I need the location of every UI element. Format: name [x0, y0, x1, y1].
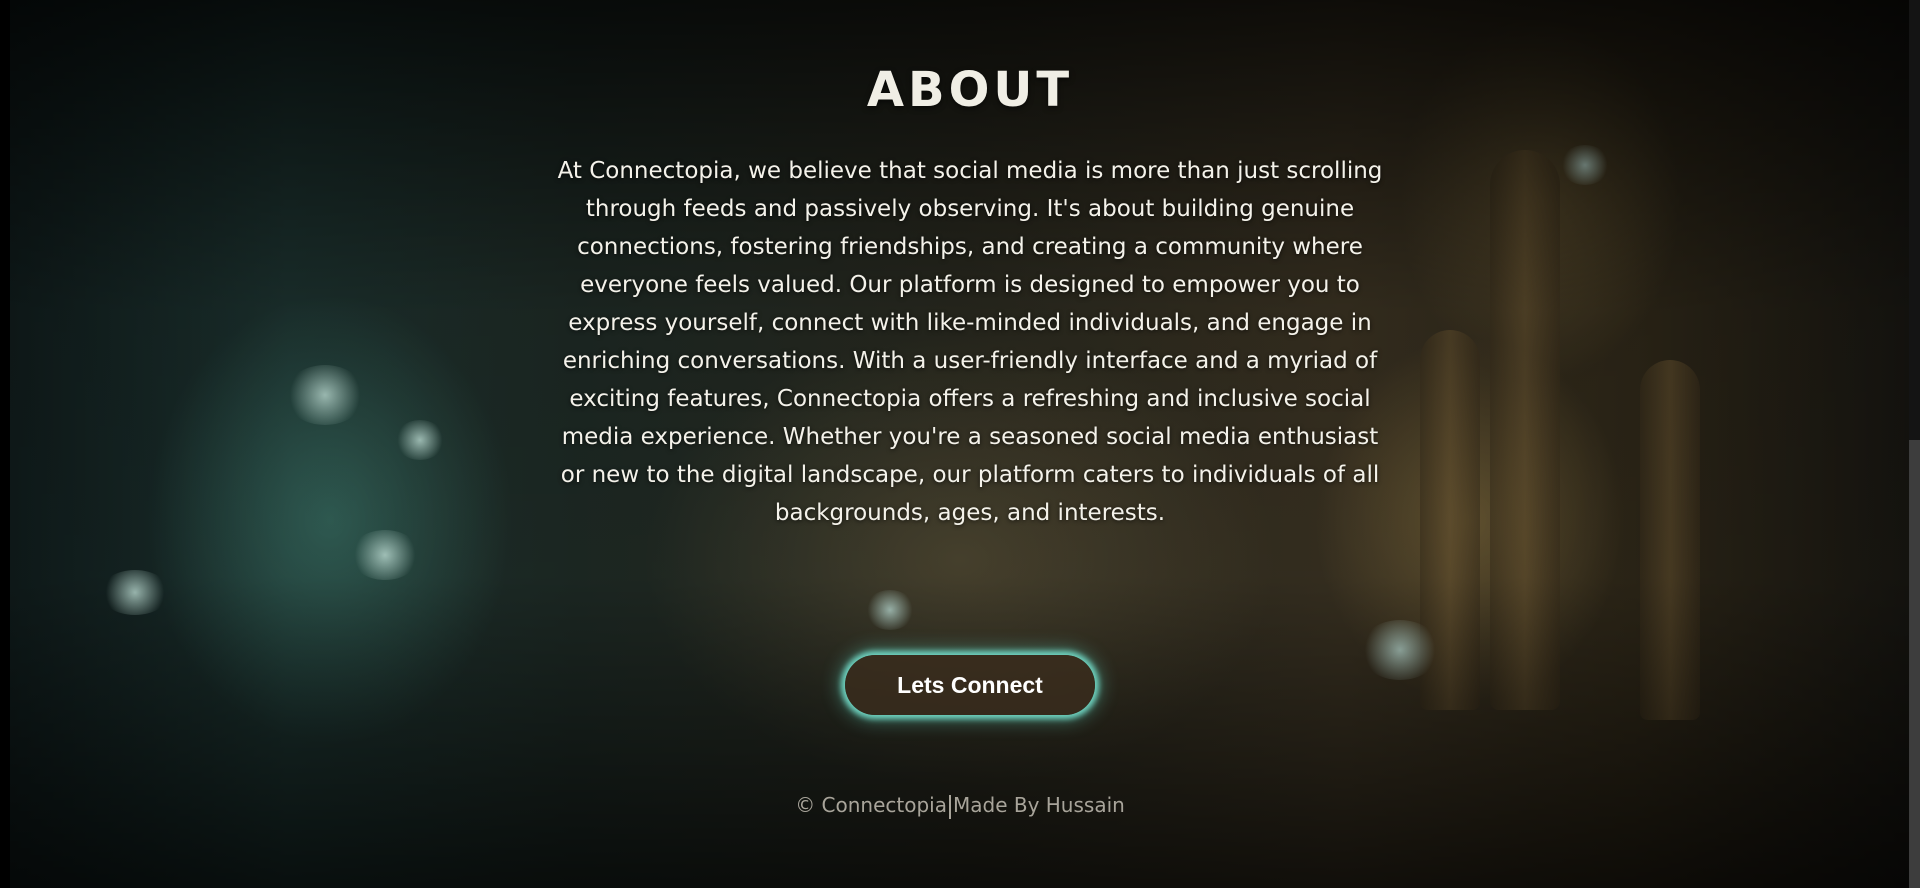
footer-credit: Made By Hussain	[952, 793, 1125, 817]
stalagmite	[1420, 330, 1480, 710]
glowing-mushroom	[100, 570, 170, 615]
stalagmite	[1490, 150, 1560, 710]
glowing-mushroom	[350, 530, 420, 580]
glowing-mushroom	[285, 365, 365, 425]
footer-copyright: © Connectopia	[795, 793, 947, 817]
about-page: ABOUT At Connectopia, we believe that so…	[0, 0, 1920, 888]
stalagmite	[1640, 360, 1700, 720]
scrollbar-thumb[interactable]	[1909, 440, 1920, 888]
left-edge-strip	[0, 0, 10, 888]
glowing-mushroom	[1360, 620, 1440, 680]
glowing-mushroom	[865, 590, 915, 630]
footer-separator	[948, 794, 951, 819]
about-description: At Connectopia, we believe that social m…	[557, 158, 1383, 526]
glowing-mushroom	[1560, 145, 1610, 185]
footer: © Connectopia Made By Hussain	[0, 793, 1920, 819]
lets-connect-button[interactable]: Lets Connect	[845, 655, 1095, 715]
vertical-scrollbar[interactable]	[1909, 0, 1920, 888]
glowing-mushroom	[395, 420, 445, 460]
about-section: ABOUT At Connectopia, we believe that so…	[540, 0, 1400, 532]
about-title: ABOUT	[866, 62, 1074, 118]
